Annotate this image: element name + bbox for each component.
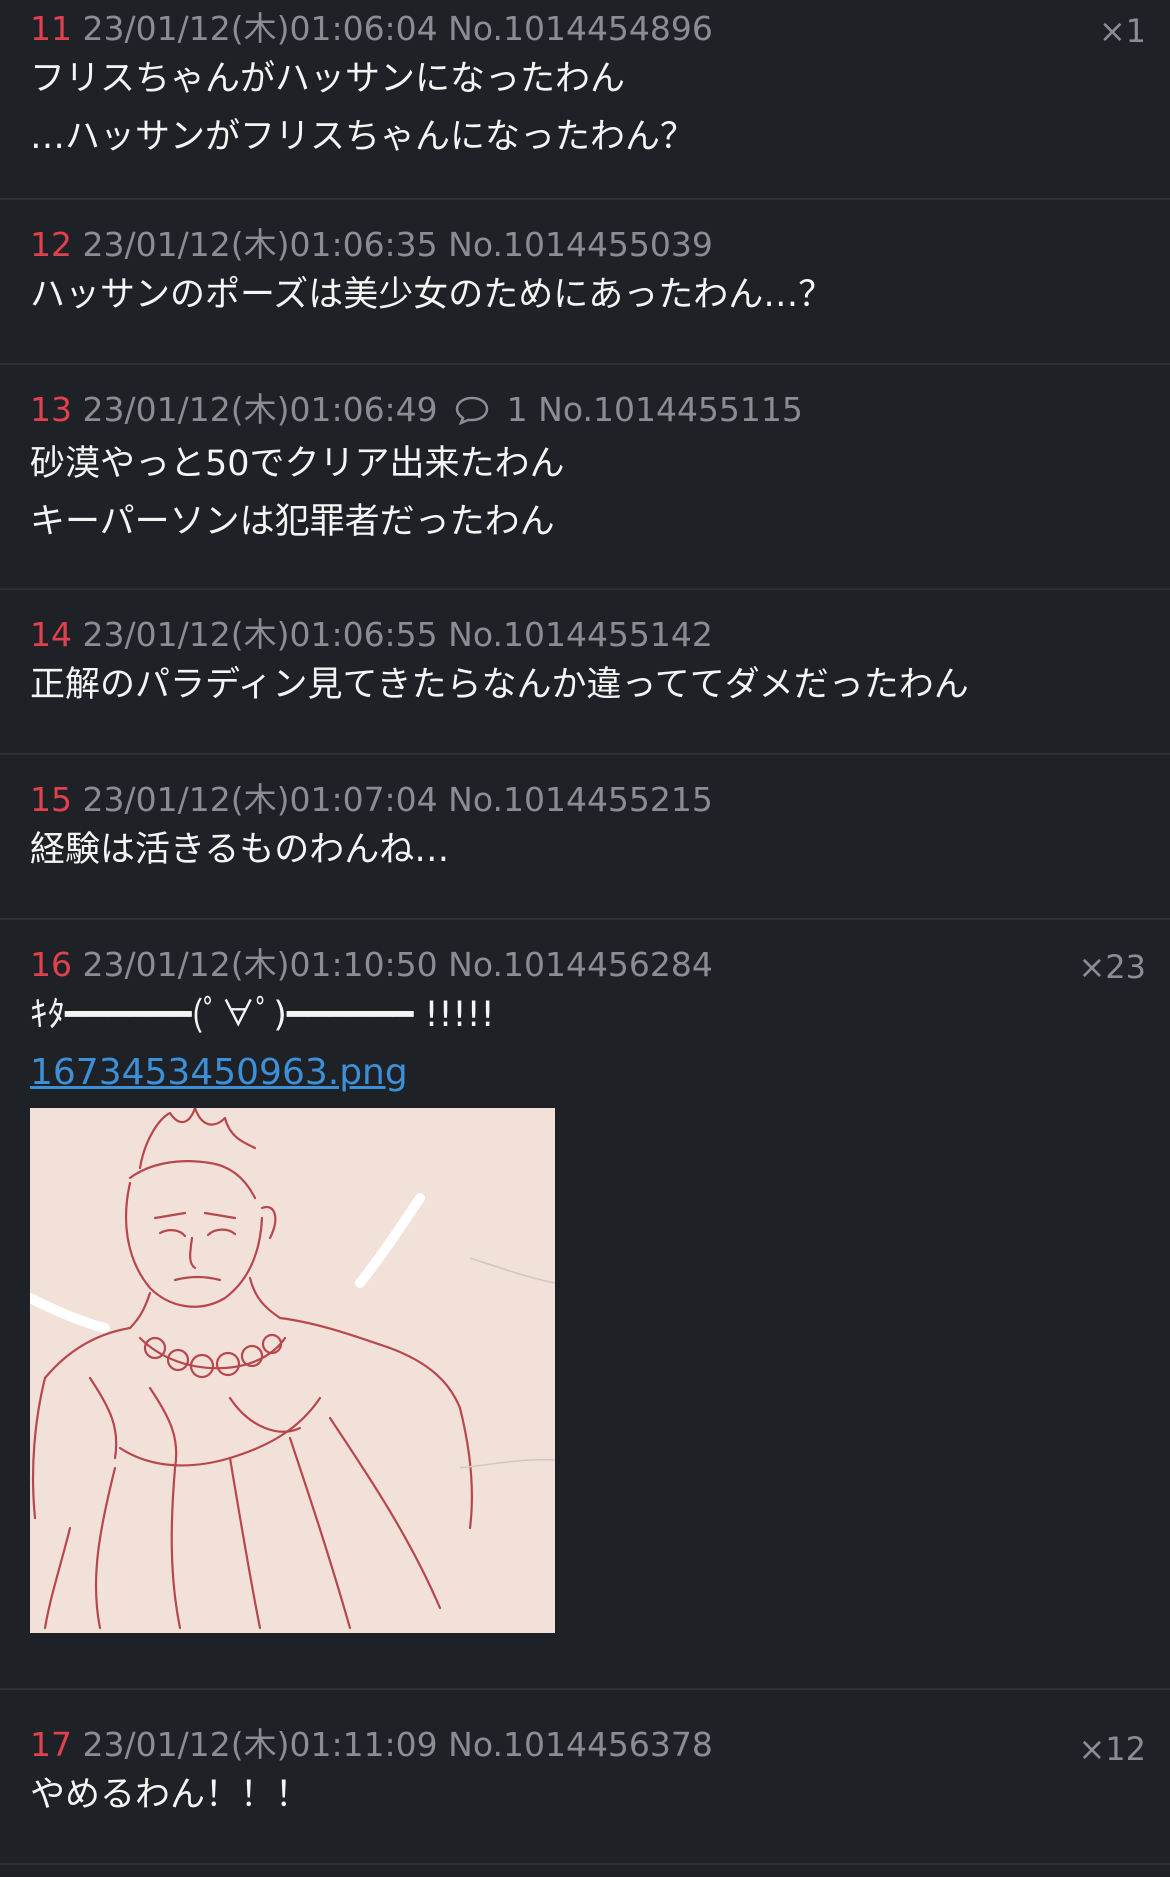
post-text-line: 正解のパラディン見てきたらなんか違っててダメだったわん xyxy=(30,665,969,705)
post-meta: 12 23/01/12(木)01:06:35 No.1014455039 xyxy=(30,224,1140,266)
post: 12 23/01/12(木)01:06:35 No.1014455039 ハッサ… xyxy=(0,200,1170,365)
post: 11 23/01/12(木)01:06:04 No.1014454896 ×1 … xyxy=(0,0,1170,200)
post-meta: 13 23/01/12(木)01:06:49 1 No.1014455115 xyxy=(30,389,1140,435)
post-date: 23/01/12(木)01:10:50 xyxy=(82,945,438,984)
post-number[interactable]: 17 xyxy=(30,1725,72,1764)
post: 14 23/01/12(木)01:06:55 No.1014455142 正解の… xyxy=(0,590,1170,755)
post-text-line: 砂漠やっと50でクリア出来たわん xyxy=(30,444,565,484)
post-number[interactable]: 11 xyxy=(30,9,72,48)
post-id[interactable]: No.1014455115 xyxy=(538,390,803,429)
post-date: 23/01/12(木)01:06:49 xyxy=(82,390,438,429)
sketch-image xyxy=(25,1106,556,1633)
post-number[interactable]: 16 xyxy=(30,945,72,984)
like-count[interactable]: ×12 xyxy=(1078,1730,1146,1768)
post-text-line: …ハッサンがフリスちゃんになったわん？ xyxy=(30,117,696,157)
post: 17 23/01/12(木)01:11:09 No.1014456378 ×12… xyxy=(0,1690,1170,1865)
post-text-line: 経験は活きるものわんね… xyxy=(30,830,450,870)
post-date: 23/01/12(木)01:06:04 xyxy=(82,9,438,48)
post: 13 23/01/12(木)01:06:49 1 No.1014455115 砂… xyxy=(0,365,1170,590)
post-id[interactable]: No.1014454896 xyxy=(448,9,713,48)
post-id[interactable]: No.1014456284 xyxy=(448,945,713,984)
post-meta: 15 23/01/12(木)01:07:04 No.1014455215 xyxy=(30,779,1140,821)
post-id[interactable]: No.1014456378 xyxy=(448,1725,713,1764)
post-meta: 16 23/01/12(木)01:10:50 No.1014456284 xyxy=(30,944,1140,986)
post-meta: 14 23/01/12(木)01:06:55 No.1014455142 xyxy=(30,614,1140,656)
attachment-link[interactable]: 1673453450963.png xyxy=(30,1044,408,1102)
speech-bubble-icon[interactable] xyxy=(454,393,490,435)
post-date: 23/01/12(木)01:11:09 xyxy=(82,1725,438,1764)
attachment-thumbnail[interactable] xyxy=(25,1106,556,1633)
like-count[interactable]: ×23 xyxy=(1078,948,1146,986)
post-number[interactable]: 13 xyxy=(30,390,72,429)
post-meta: 11 23/01/12(木)01:06:04 No.1014454896 xyxy=(30,8,1140,50)
post-number[interactable]: 12 xyxy=(30,225,72,264)
post-text-line: やめるわん！！！ xyxy=(30,1775,311,1815)
post-number[interactable]: 15 xyxy=(30,780,72,819)
post-text-line: キーパーソンは犯罪者だったわん xyxy=(30,502,555,542)
post: 15 23/01/12(木)01:07:04 No.1014455215 経験は… xyxy=(0,755,1170,920)
post: 16 23/01/12(木)01:10:50 No.1014456284 ×23… xyxy=(0,920,1170,1690)
post-meta: 17 23/01/12(木)01:11:09 No.1014456378 xyxy=(30,1724,1140,1766)
thread-list: 11 23/01/12(木)01:06:04 No.1014454896 ×1 … xyxy=(0,0,1170,1865)
post-text-line: ｷﾀ━━━━━━(ﾟ∀ﾟ)━━━━━━ !!!!! xyxy=(30,995,495,1035)
post-id[interactable]: No.1014455215 xyxy=(448,780,713,819)
post-text-line: ハッサンのポーズは美少女のためにあったわん…？ xyxy=(30,275,834,315)
like-count[interactable]: ×1 xyxy=(1099,12,1146,50)
reply-count[interactable]: 1 xyxy=(507,390,528,429)
post-number[interactable]: 14 xyxy=(30,615,72,654)
post-id[interactable]: No.1014455142 xyxy=(448,615,713,654)
post-date: 23/01/12(木)01:07:04 xyxy=(82,780,438,819)
post-id[interactable]: No.1014455039 xyxy=(448,225,713,264)
post-date: 23/01/12(木)01:06:55 xyxy=(82,615,438,654)
post-date: 23/01/12(木)01:06:35 xyxy=(82,225,438,264)
post-text-line: フリスちゃんがハッサンになったわん xyxy=(30,59,626,99)
